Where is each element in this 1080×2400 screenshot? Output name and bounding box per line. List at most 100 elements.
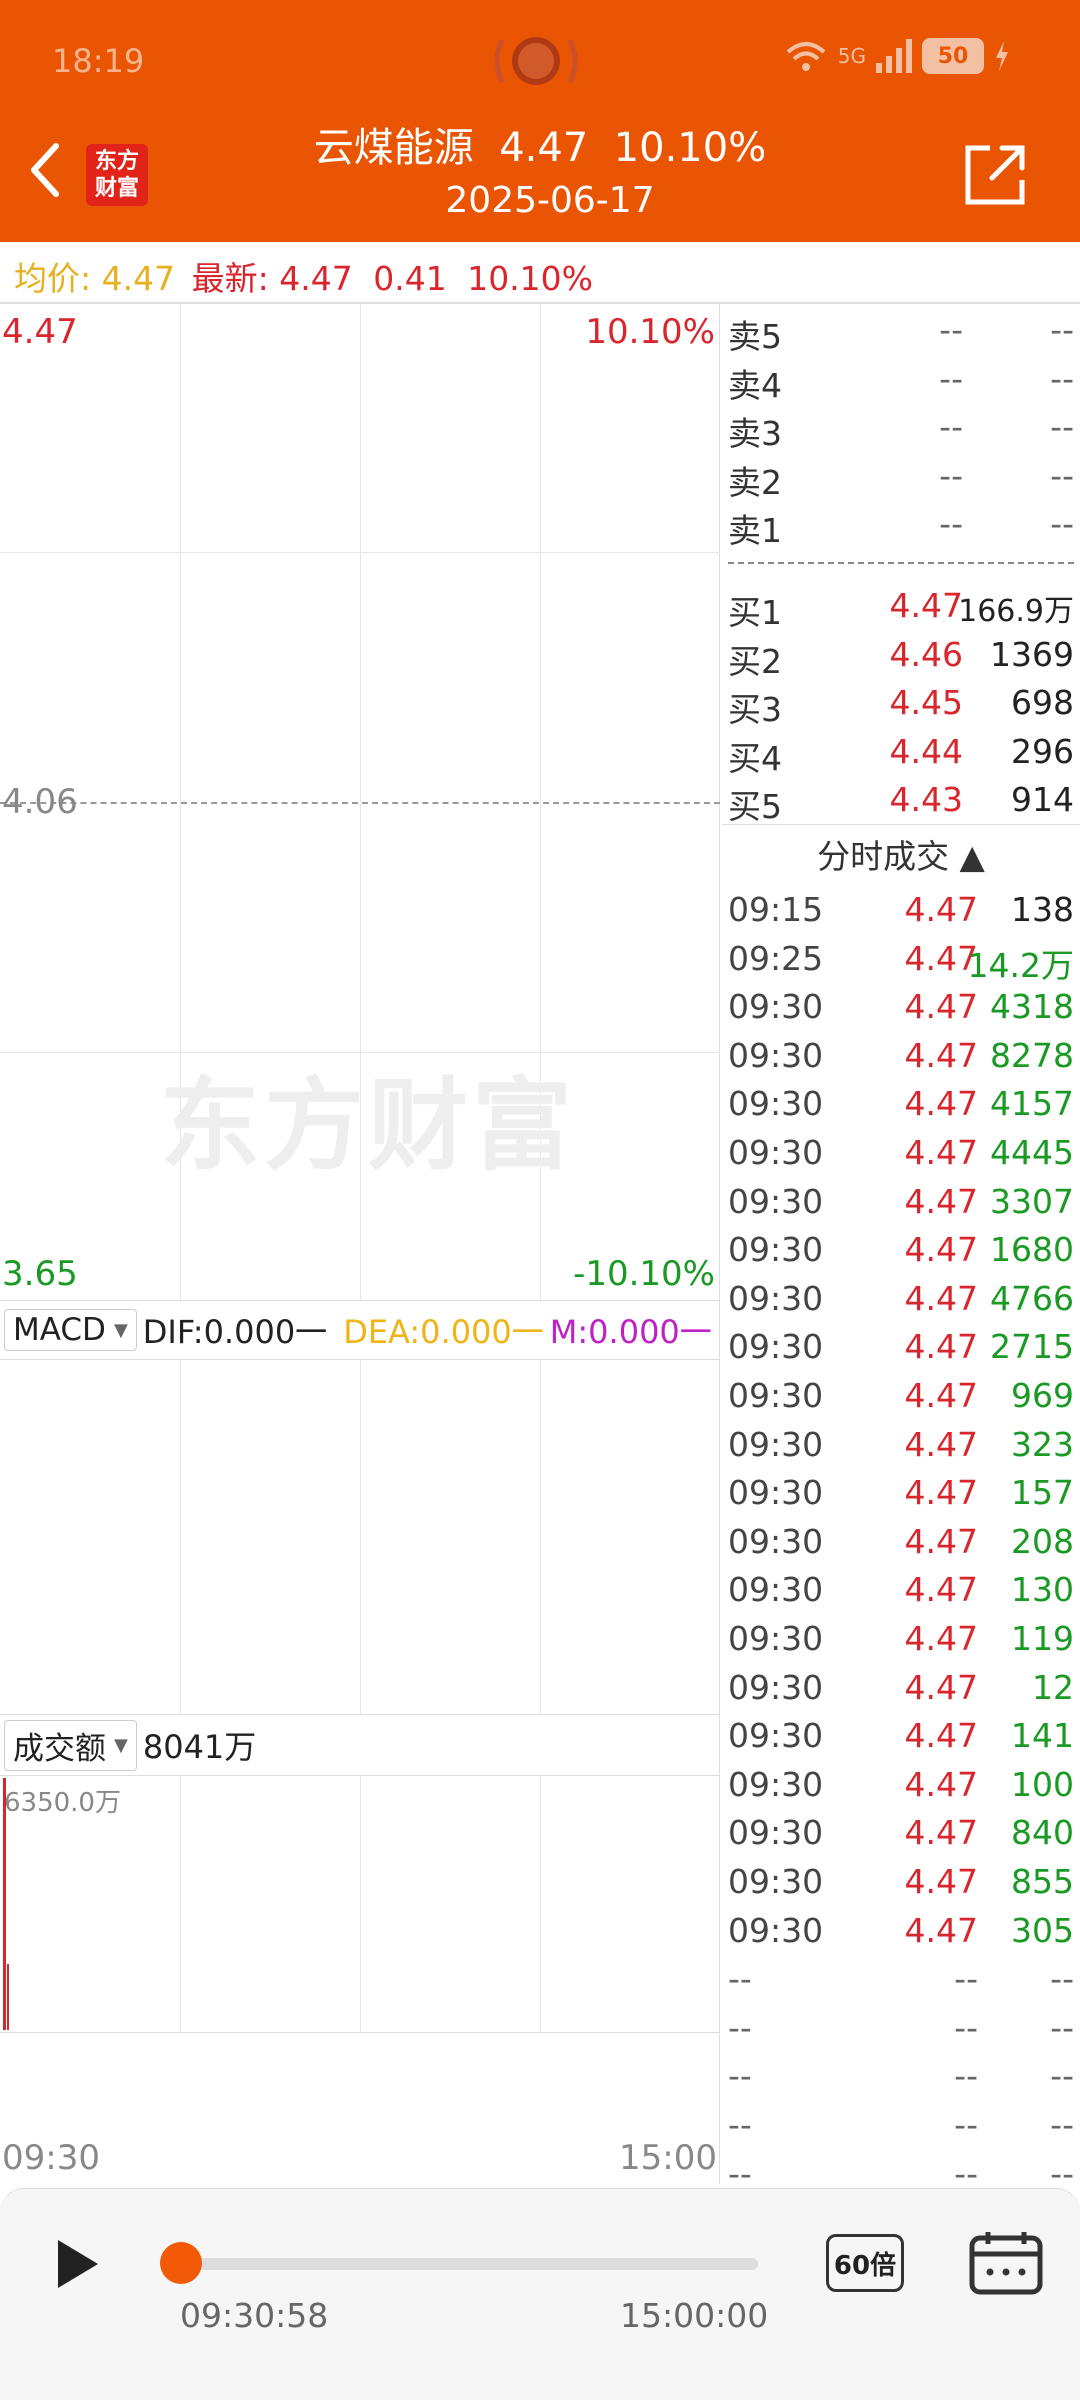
tick-row-label: 09:30 bbox=[728, 1035, 824, 1075]
grid-line bbox=[540, 1360, 541, 1714]
sell-order-row-price: -- bbox=[939, 455, 963, 495]
tick-row-label: 09:30 bbox=[728, 1716, 824, 1756]
tick-row-price: 4.47 bbox=[904, 1424, 978, 1464]
tick-row-volume: -- bbox=[1050, 1959, 1074, 1999]
buy-order-row-price: 4.46 bbox=[889, 634, 963, 674]
tick-row-price: 4.47 bbox=[904, 1667, 978, 1707]
tick-row-price: 4.47 bbox=[904, 1327, 978, 1367]
sell-order-row-price: -- bbox=[939, 358, 963, 398]
progress-track[interactable] bbox=[180, 2258, 758, 2270]
price-mid-label: 4.06 bbox=[2, 782, 78, 822]
grid-line bbox=[180, 1776, 181, 2032]
sell-order-row: 卖1 -- -- bbox=[728, 504, 1078, 552]
tick-row-volume: 855 bbox=[1011, 1862, 1074, 1901]
speed-button[interactable]: 60倍 bbox=[826, 2234, 904, 2292]
sell-order-row-price: -- bbox=[939, 310, 963, 349]
tick-row-volume: 969 bbox=[1011, 1376, 1074, 1415]
tick-row: 09:30 4.47 840 bbox=[728, 1813, 1078, 1861]
tick-row-price: 4.47 bbox=[904, 1084, 978, 1124]
tick-row: 09:30 4.47 855 bbox=[728, 1862, 1078, 1910]
share-icon[interactable] bbox=[962, 142, 1028, 208]
progress-knob[interactable] bbox=[160, 2242, 202, 2284]
tick-row: 09:30 4.47 4445 bbox=[728, 1133, 1078, 1181]
change-value: 0.41 bbox=[373, 259, 447, 298]
buy-order-row-label: 买2 bbox=[728, 641, 782, 681]
buy-order-row-volume: 296 bbox=[1011, 731, 1074, 771]
tick-row-label: 09:15 bbox=[728, 890, 824, 929]
tick-row-price: -- bbox=[954, 2153, 978, 2193]
calendar-icon[interactable] bbox=[968, 2230, 1044, 2296]
order-panel: 卖5 -- -- 卖4 -- -- 卖3 -- -- 卖2 -- -- 卖1 -- -- 买1 4.47 166… bbox=[722, 304, 1080, 2193]
tick-row-label: -- bbox=[728, 2105, 752, 2144]
tick-row-label: -- bbox=[728, 2007, 752, 2047]
price-info-bar: 均价: 4.47 最新: 4.47 0.41 10.10% bbox=[0, 242, 1080, 304]
tick-row-label: 09:30 bbox=[728, 1619, 824, 1658]
tick-row-volume: 4445 bbox=[990, 1133, 1074, 1172]
tick-row: 09:30 4.47 1680 bbox=[728, 1230, 1078, 1278]
buy-order-row: 买5 4.43 914 bbox=[728, 780, 1078, 828]
tick-row: 09:30 4.47 8278 bbox=[728, 1036, 1078, 1084]
tick-row-volume: 8278 bbox=[990, 1035, 1074, 1075]
tick-row-label: 09:30 bbox=[728, 1764, 824, 1804]
grid-line bbox=[360, 1776, 361, 2032]
tick-row-price: -- bbox=[954, 1959, 978, 1999]
tick-row: 09:30 4.47 4318 bbox=[728, 987, 1078, 1035]
tick-row-label: 09:30 bbox=[728, 1181, 824, 1221]
volume-select[interactable]: 成交额 ▼ bbox=[4, 1719, 137, 1771]
charging-icon bbox=[996, 41, 1008, 71]
buy-order-row-label: 买3 bbox=[728, 690, 782, 729]
tick-row: 09:30 4.47 323 bbox=[728, 1425, 1078, 1473]
watermark: 东方财富 bbox=[160, 1067, 576, 1184]
tick-row-label: 09:30 bbox=[728, 1133, 824, 1172]
tick-row-label: 09:30 bbox=[728, 1424, 824, 1464]
tick-row: 09:30 4.47 12 bbox=[728, 1668, 1078, 1716]
volume-select-label: 成交额 bbox=[13, 1730, 106, 1767]
macd-select[interactable]: MACD ▼ bbox=[4, 1309, 137, 1351]
sell-order-row-volume: -- bbox=[1050, 455, 1074, 495]
order-divider bbox=[728, 562, 1074, 564]
status-time: 18:19 bbox=[52, 42, 145, 80]
intraday-chart[interactable]: 东方财富 4.47 10.10% 4.06 3.65 -10.10% MACD … bbox=[0, 304, 720, 2184]
tick-row: 09:30 4.47 157 bbox=[728, 1473, 1078, 1521]
sell-order-row: 卖3 -- -- bbox=[728, 407, 1078, 455]
wifi-icon bbox=[786, 42, 826, 71]
tick-row-label: 09:30 bbox=[728, 1327, 824, 1367]
tick-row-volume: 323 bbox=[1011, 1424, 1074, 1464]
buy-order-row-price: 4.47 bbox=[889, 586, 963, 625]
grid-line bbox=[180, 1360, 181, 1714]
buy-order-row-volume: 1369 bbox=[990, 634, 1074, 674]
grid-line bbox=[0, 552, 720, 553]
system-icons: 5G 50 bbox=[784, 38, 1010, 74]
tick-row-price: -- bbox=[954, 2105, 978, 2144]
tick-row-volume: -- bbox=[1050, 2105, 1074, 2144]
tick-row-price: 4.47 bbox=[904, 987, 978, 1027]
buy-order-row-price: 4.45 bbox=[889, 683, 963, 722]
stock-title: 云煤能源 4.47 10.10% bbox=[313, 125, 767, 171]
sell-order-row-label: 卖1 bbox=[728, 511, 782, 550]
macd-select-label: MACD bbox=[13, 1312, 106, 1348]
tick-row-label: 09:30 bbox=[728, 1813, 824, 1853]
end-time: 15:00:00 bbox=[620, 2296, 769, 2335]
status-bar: 18:19 5G 50 bbox=[0, 0, 1080, 120]
tick-row-label: 09:25 bbox=[728, 938, 824, 978]
tick-row-volume: 208 bbox=[1011, 1521, 1074, 1561]
tick-row-volume: 12 bbox=[1032, 1667, 1074, 1707]
tick-row-price: 4.47 bbox=[904, 1716, 978, 1756]
tick-row: 09:30 4.47 969 bbox=[728, 1376, 1078, 1424]
tick-row-volume: 14.2万 bbox=[967, 945, 1074, 985]
tick-row-label: 09:30 bbox=[728, 1521, 824, 1561]
tick-row-label: 09:30 bbox=[728, 1862, 824, 1901]
axis-line bbox=[0, 2032, 720, 2033]
tick-row: 09:25 4.47 14.2万 bbox=[728, 939, 1078, 987]
tick-row-volume: 130 bbox=[1011, 1570, 1074, 1610]
tick-trade-header[interactable]: 分时成交 ▲ bbox=[722, 830, 1080, 878]
grid-line bbox=[360, 1360, 361, 1714]
pct-low-label: -10.10% bbox=[573, 1254, 715, 1294]
replay-player bbox=[0, 2188, 1080, 2400]
play-icon[interactable] bbox=[52, 2236, 102, 2292]
buy-order-row-price: 4.44 bbox=[889, 731, 963, 771]
tick-row-volume: -- bbox=[1050, 2056, 1074, 2096]
tick-row-label: -- bbox=[728, 1959, 752, 1999]
macd-dea: DEA:0.000一 bbox=[343, 1313, 544, 1351]
tick-row-volume: 4157 bbox=[990, 1084, 1074, 1124]
